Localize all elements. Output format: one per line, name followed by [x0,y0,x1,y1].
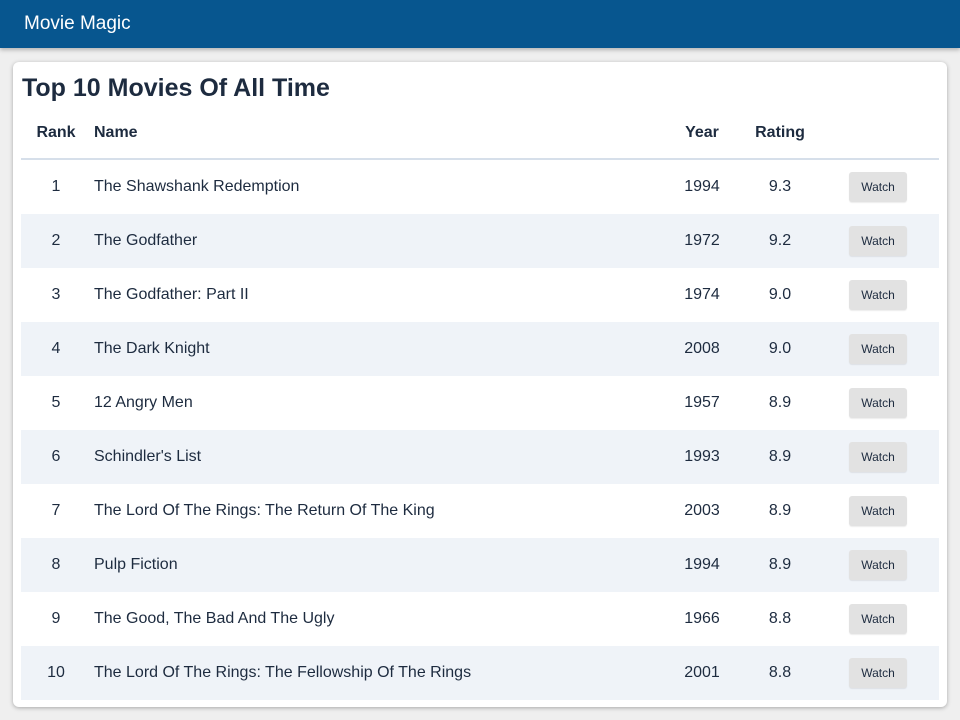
rating-cell: 9.2 [768,232,792,249]
column-header-action [817,108,939,160]
year-cell: 1972 [684,232,720,249]
action-cell: Watch [817,322,939,376]
table-row: 7 The Lord Of The Rings: The Return Of T… [21,484,939,538]
name-cell: The Godfather: Part II [94,286,249,303]
year-cell: 1994 [684,178,720,195]
app-title: Movie Magic [24,13,131,34]
rank-cell: 6 [51,448,61,465]
action-cell: Watch [817,484,939,538]
rating-cell: 8.9 [768,394,792,411]
watch-button[interactable]: Watch [849,496,907,526]
rating-cell: 8.8 [768,610,792,627]
column-header-rank: Rank [21,108,91,160]
name-cell: Schindler's List [94,448,202,465]
year-cell: 2001 [684,664,720,681]
name-cell: 12 Angry Men [94,394,193,411]
table-row: 6 Schindler's List 1993 8.9 Watch [21,430,939,484]
action-cell: Watch [817,430,939,484]
watch-button[interactable]: Watch [849,604,907,634]
rank-cell: 3 [51,286,61,303]
name-cell: The Shawshank Redemption [94,178,300,195]
name-cell: The Dark Knight [94,340,210,357]
table-row: 3 The Godfather: Part II 1974 9.0 Watch [21,268,939,322]
action-cell: Watch [817,592,939,646]
table-row: 10 The Lord Of The Rings: The Fellowship… [21,646,939,700]
year-cell: 2008 [684,340,720,357]
table-row: 8 Pulp Fiction 1994 8.9 Watch [21,538,939,592]
rating-cell: 9.3 [768,178,792,195]
action-cell: Watch [817,376,939,430]
action-cell: Watch [817,159,939,214]
table-row: 1 The Shawshank Redemption 1994 9.3 Watc… [21,159,939,214]
rank-cell: 8 [51,556,61,573]
page-title: Top 10 Movies Of All Time [22,74,330,102]
watch-button[interactable]: Watch [849,388,907,418]
watch-button[interactable]: Watch [849,550,907,580]
watch-button[interactable]: Watch [849,226,907,256]
table-row: 2 The Godfather 1972 9.2 Watch [21,214,939,268]
rank-cell: 4 [51,340,61,357]
watch-button[interactable]: Watch [849,442,907,472]
name-cell: The Good, The Bad And The Ugly [94,610,335,627]
rating-cell: 8.9 [768,502,792,519]
action-cell: Watch [817,538,939,592]
name-cell: The Lord Of The Rings: The Return Of The… [94,502,435,519]
rating-cell: 8.8 [768,664,792,681]
action-cell: Watch [817,646,939,700]
year-cell: 1957 [684,394,720,411]
rating-cell: 8.9 [768,556,792,573]
table-row: 4 The Dark Knight 2008 9.0 Watch [21,322,939,376]
watch-button[interactable]: Watch [849,172,907,202]
rank-cell: 9 [51,610,61,627]
year-cell: 1994 [684,556,720,573]
app-header: Movie Magic [0,0,960,48]
name-cell: The Godfather [94,232,198,249]
action-cell: Watch [817,214,939,268]
movies-table: Rank Name Year Rating 1 The Shawshank Re… [21,108,939,700]
movies-card: Top 10 Movies Of All Time Rank Name Year… [13,62,947,707]
table-header-row: Rank Name Year Rating [21,108,939,160]
name-cell: Pulp Fiction [94,556,178,573]
column-header-rating: Rating [743,108,817,160]
rating-cell: 9.0 [768,286,792,303]
watch-button[interactable]: Watch [849,280,907,310]
rank-cell: 1 [51,178,61,195]
year-cell: 1993 [684,448,720,465]
table-row: 5 12 Angry Men 1957 8.9 Watch [21,376,939,430]
column-header-year: Year [661,108,743,160]
rank-cell: 7 [51,502,61,519]
rank-cell: 2 [51,232,61,249]
year-cell: 1966 [684,610,720,627]
rank-cell: 10 [47,664,65,681]
rank-cell: 5 [51,394,61,411]
year-cell: 1974 [684,286,720,303]
action-cell: Watch [817,268,939,322]
watch-button[interactable]: Watch [849,658,907,688]
rating-cell: 8.9 [768,448,792,465]
name-cell: The Lord Of The Rings: The Fellowship Of… [94,664,472,681]
year-cell: 2003 [684,502,720,519]
table-row: 9 The Good, The Bad And The Ugly 1966 8.… [21,592,939,646]
rating-cell: 9.0 [768,340,792,357]
watch-button[interactable]: Watch [849,334,907,364]
column-header-name: Name [91,108,661,160]
